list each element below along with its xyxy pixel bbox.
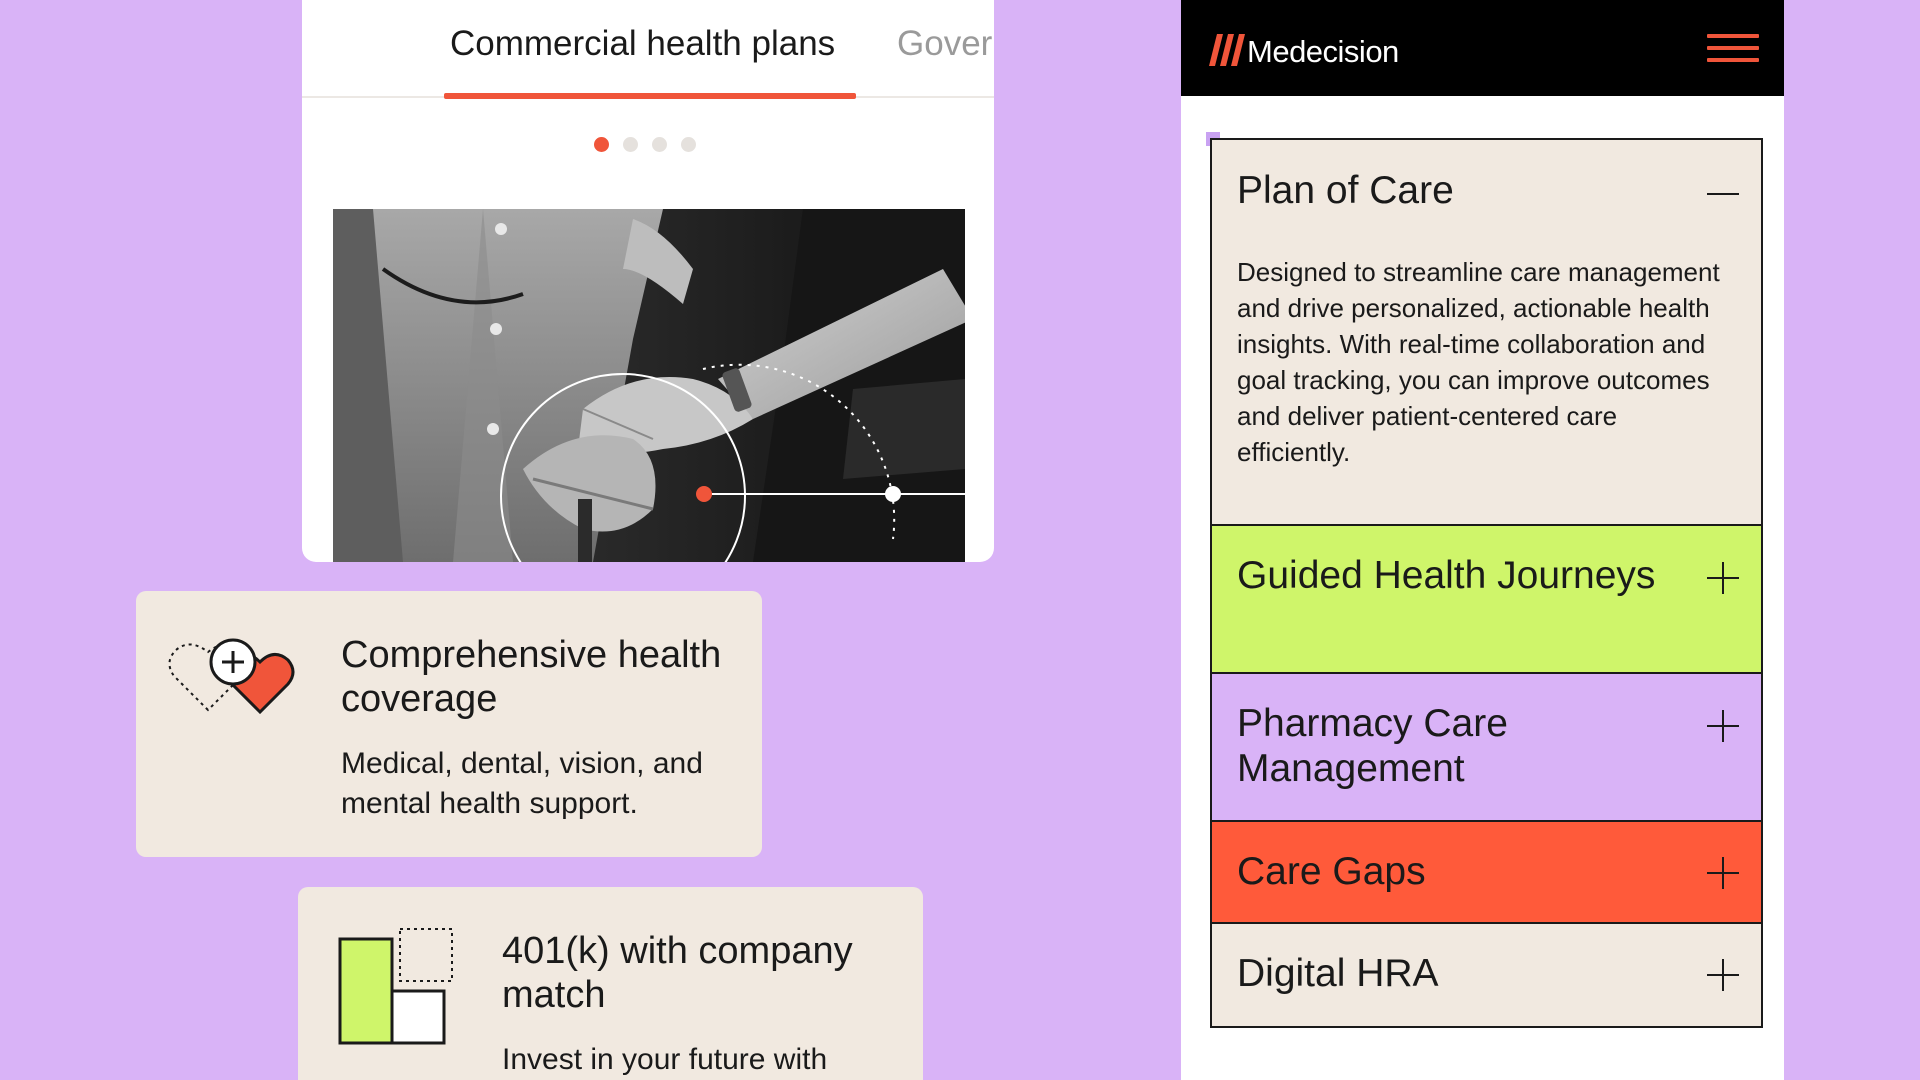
carousel-dot-2[interactable] bbox=[623, 137, 638, 152]
accordion-item-guided-health-journeys[interactable]: Guided Health Journeys bbox=[1212, 526, 1761, 674]
carousel-dot-4[interactable] bbox=[681, 137, 696, 152]
benefit-card-health: Comprehensive health coverage Medical, d… bbox=[136, 591, 762, 857]
app-header: Medecision bbox=[1181, 0, 1784, 96]
plus-icon[interactable] bbox=[1705, 855, 1741, 891]
carousel-dot-1[interactable] bbox=[594, 137, 609, 152]
accordion-item-digital-hra[interactable]: Digital HRA bbox=[1212, 924, 1761, 1026]
brand-name[interactable]: Medecision bbox=[1247, 34, 1399, 70]
tab-commercial-health-plans[interactable]: Commercial health plans bbox=[450, 24, 835, 64]
benefit-card-401k: 401(k) with company match Invest in your… bbox=[298, 887, 923, 1080]
plans-tab-card: Commercial health plans Gover bbox=[302, 0, 994, 562]
plus-icon[interactable] bbox=[1705, 560, 1741, 596]
carousel-dot-3[interactable] bbox=[652, 137, 667, 152]
accordion-item-plan-of-care[interactable]: Plan of Care Designed to streamline care… bbox=[1212, 140, 1761, 526]
savings-blocks-icon bbox=[338, 927, 458, 1047]
active-tab-indicator bbox=[444, 93, 856, 99]
accordion-description: Designed to streamline care management a… bbox=[1237, 257, 1720, 467]
plus-icon[interactable] bbox=[1705, 708, 1741, 744]
tab-government-plans[interactable]: Gover bbox=[897, 24, 992, 64]
caregiver-photo bbox=[333, 209, 965, 562]
accordion-item-care-gaps[interactable]: Care Gaps bbox=[1212, 822, 1761, 924]
benefit-title: Comprehensive health coverage bbox=[341, 634, 722, 720]
accordion-title: Care Gaps bbox=[1237, 850, 1426, 893]
carousel-pagination bbox=[594, 137, 696, 152]
benefit-title: 401(k) with company match bbox=[502, 930, 853, 1016]
benefit-description: Medical, dental, vision, and mental heal… bbox=[341, 747, 703, 820]
minus-icon[interactable] bbox=[1705, 176, 1741, 212]
plus-icon[interactable] bbox=[1705, 957, 1741, 993]
hamburger-menu-icon[interactable] bbox=[1707, 32, 1759, 64]
accordion-title: Digital HRA bbox=[1237, 952, 1439, 995]
benefit-description: Invest in your future with bbox=[502, 1043, 828, 1076]
accordion-title: Plan of Care bbox=[1237, 169, 1454, 212]
services-accordion: Plan of Care Designed to streamline care… bbox=[1210, 138, 1763, 1028]
hearts-plus-icon bbox=[168, 636, 302, 715]
tab-bar: Commercial health plans Gover bbox=[302, 0, 994, 99]
accordion-title: Pharmacy Care Management bbox=[1237, 702, 1508, 790]
accordion-title: Guided Health Journeys bbox=[1237, 554, 1656, 597]
mobile-app-screen: Medecision Plan of Care Designed to stre… bbox=[1181, 0, 1784, 1080]
medecision-logo-icon[interactable] bbox=[1207, 32, 1245, 66]
accordion-item-pharmacy-care-management[interactable]: Pharmacy Care Management bbox=[1212, 674, 1761, 822]
